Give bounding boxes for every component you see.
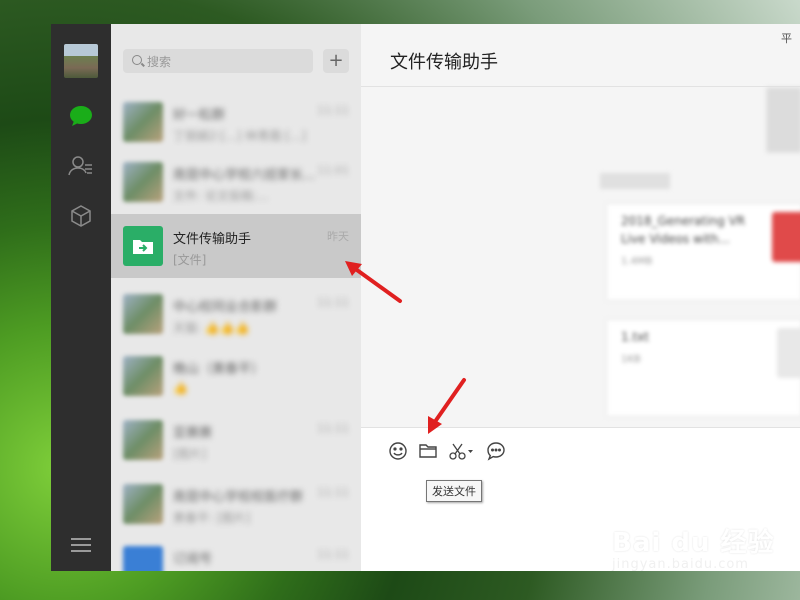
list-item-preview: 👍 bbox=[173, 381, 188, 395]
file-type-icon bbox=[772, 212, 800, 262]
list-item-time: 11:11 bbox=[317, 486, 349, 499]
list-item-name: 亚赛赛 bbox=[173, 426, 213, 441]
list-item[interactable]: 好一粒群 丁丽娟2:[...] 林青霞:[...] 11:11 bbox=[111, 90, 361, 154]
red-arrow-annotation bbox=[345, 261, 402, 303]
nav-sidebar bbox=[51, 24, 111, 571]
baidu-watermark: Bai du 经验 jingyan.baidu.com bbox=[612, 522, 775, 572]
list-item[interactable]: 订阅号 11:11 bbox=[111, 534, 361, 571]
chat-list-panel: 搜索 + 好一粒群 丁丽娟2:[...] 林青霞:[...] 11:11 南昆中… bbox=[111, 24, 361, 571]
avatar bbox=[123, 484, 163, 524]
list-item-file-transfer[interactable]: 文件传输助手 [文件] 昨天 bbox=[111, 214, 361, 278]
wechat-window: 搜索 + 好一粒群 丁丽娟2:[...] 林青霞:[...] 11:11 南昆中… bbox=[51, 24, 800, 571]
list-item[interactable]: 亚赛赛 [图片] 11:11 bbox=[111, 408, 361, 472]
message-area: 2018_Generating VR Live Videos with... 1… bbox=[576, 87, 800, 427]
list-item-preview: 天猫: 👍👍👍 bbox=[173, 321, 250, 335]
timestamp-badge bbox=[600, 173, 670, 189]
list-item-preview: 丁丽娟2:[...] 林青霞:[...] bbox=[173, 129, 307, 143]
list-item-preview: [文件] bbox=[173, 253, 207, 267]
emoji-icon[interactable] bbox=[387, 440, 409, 462]
file-type-icon bbox=[777, 328, 800, 378]
list-item-preview: 文件: 论文投稿:... bbox=[173, 189, 269, 203]
list-item-time: 11:11 bbox=[317, 104, 349, 117]
chat-title: 文件传输助手 bbox=[390, 52, 498, 73]
search-icon bbox=[132, 55, 142, 65]
search-input[interactable]: 搜索 bbox=[123, 49, 313, 73]
watermark-line2: jingyan.baidu.com bbox=[612, 557, 749, 572]
watermark-line1: Bai du 经验 bbox=[612, 528, 775, 558]
file-size: 1KB bbox=[621, 354, 641, 365]
list-item[interactable]: 晚山（黄春平） 👍 bbox=[111, 344, 361, 408]
add-button[interactable]: + bbox=[323, 49, 349, 73]
file-name: 1.txt bbox=[621, 330, 649, 344]
red-arrow-annotation bbox=[428, 378, 466, 434]
list-item-time: 11:11 bbox=[317, 548, 349, 561]
message-thumbnail[interactable] bbox=[766, 87, 800, 153]
list-item-name: 文件传输助手 bbox=[173, 232, 252, 247]
file-name: 2018_Generating VR Live Videos with... bbox=[621, 214, 746, 246]
chat-bubble-icon[interactable] bbox=[485, 440, 507, 462]
list-item[interactable]: 中心校同业合影群 天猫: 👍👍👍 11:11 bbox=[111, 282, 361, 346]
list-item-preview: [图片] bbox=[173, 447, 207, 461]
send-file-tooltip: 发送文件 bbox=[426, 480, 482, 502]
list-item-time: 昨天 bbox=[327, 230, 349, 243]
compose-toolbar bbox=[387, 440, 507, 462]
file-message-card[interactable]: 1.txt 1KB bbox=[606, 319, 800, 417]
list-item-name: 中心校同业合影群 bbox=[173, 300, 278, 315]
folder-icon[interactable] bbox=[417, 440, 439, 462]
list-item-name: 南昆中心学校校医疗群 bbox=[173, 490, 304, 505]
avatar bbox=[123, 546, 163, 571]
chat-panel: 文件传输助手 平 2018_Generating VR Live Videos … bbox=[361, 24, 800, 571]
chat-bubble-icon[interactable] bbox=[67, 102, 95, 130]
file-size: 1.4MB bbox=[621, 256, 653, 267]
list-item[interactable]: 南昆中心学校六班家长... 文件: 论文投稿:... 11:01 bbox=[111, 150, 361, 214]
scissors-icon[interactable] bbox=[447, 440, 477, 462]
avatar bbox=[123, 356, 163, 396]
list-item[interactable]: 南昆中心学校校医疗群 黄春平: [图片] 11:11 bbox=[111, 472, 361, 536]
file-transfer-icon bbox=[123, 226, 163, 266]
contacts-icon[interactable] bbox=[67, 152, 95, 180]
list-item-time: 11:11 bbox=[317, 422, 349, 435]
file-message-card[interactable]: 2018_Generating VR Live Videos with... 1… bbox=[606, 203, 800, 301]
avatar bbox=[123, 162, 163, 202]
list-item-preview: 黄春平: [图片] bbox=[173, 511, 251, 525]
avatar bbox=[123, 420, 163, 460]
window-control[interactable]: 平 bbox=[781, 30, 792, 46]
search-placeholder: 搜索 bbox=[147, 55, 172, 69]
avatar bbox=[123, 294, 163, 334]
user-avatar[interactable] bbox=[64, 44, 98, 78]
avatar bbox=[123, 102, 163, 142]
menu-icon[interactable] bbox=[71, 538, 91, 554]
list-item-time: 11:01 bbox=[317, 164, 349, 177]
list-item-name: 好一粒群 bbox=[173, 108, 226, 123]
list-item-name: 晚山（黄春平） bbox=[173, 362, 265, 377]
list-item-name: 订阅号 bbox=[173, 552, 213, 567]
cube-icon[interactable] bbox=[67, 202, 95, 230]
list-item-name: 南昆中心学校六班家长... bbox=[173, 168, 316, 183]
